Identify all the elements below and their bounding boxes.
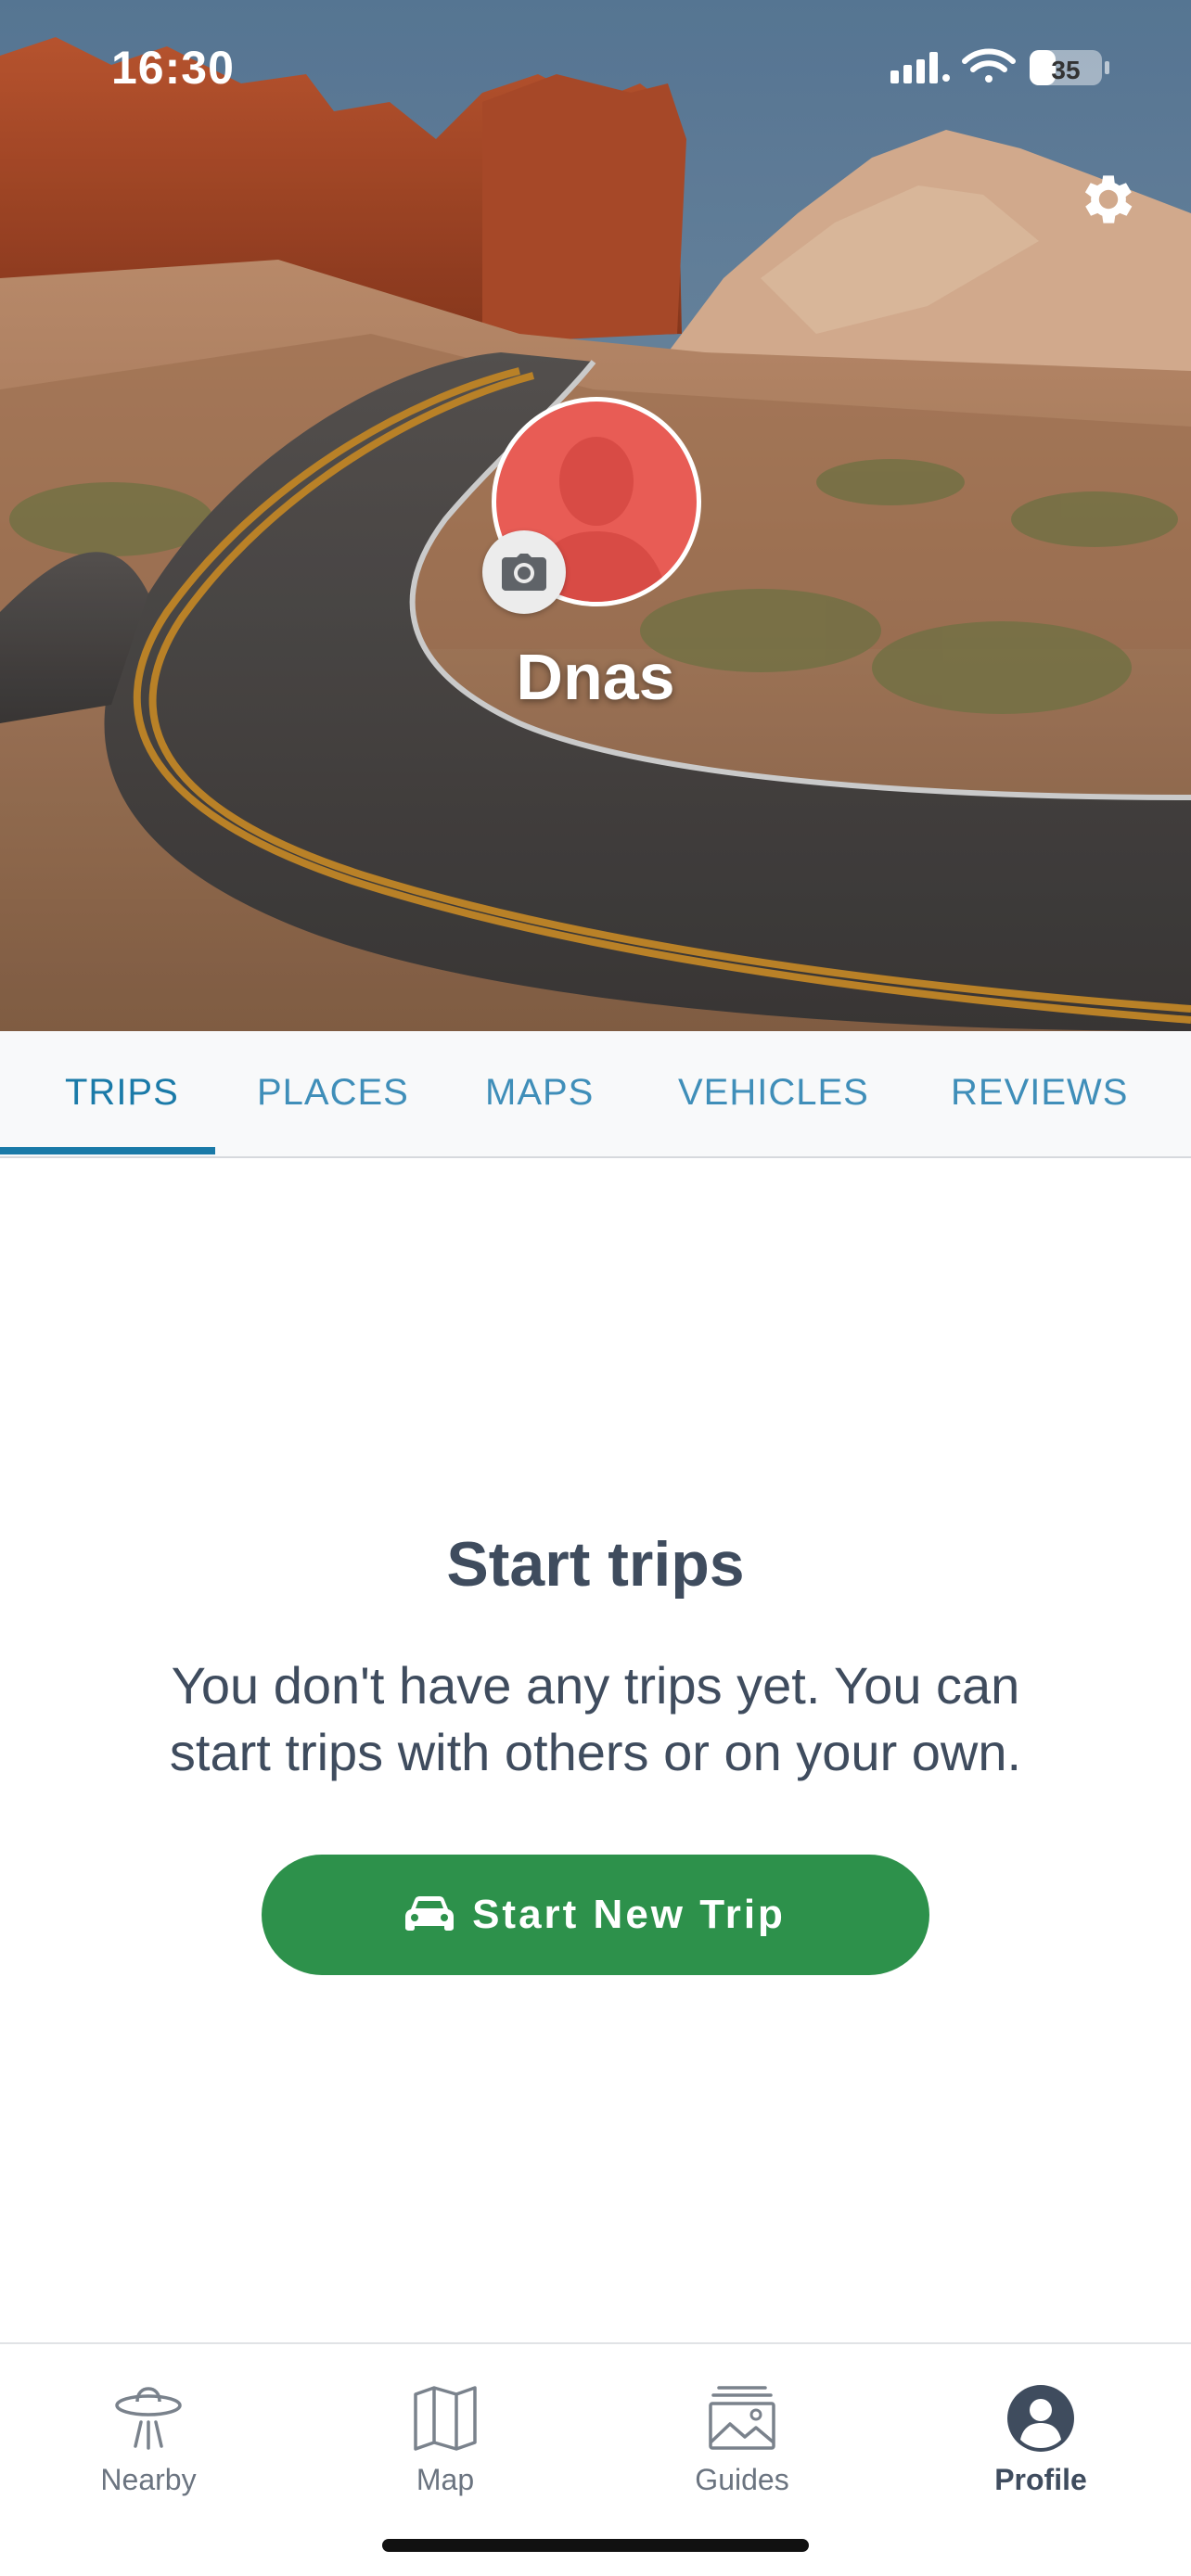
active-tab-indicator — [0, 1147, 215, 1154]
gear-icon — [1084, 175, 1133, 223]
nav-nearby[interactable]: Nearby — [56, 2363, 241, 2502]
change-photo-button[interactable] — [482, 530, 566, 614]
empty-state-title: Start trips — [446, 1529, 745, 1600]
status-time: 16:30 — [111, 42, 235, 94]
username: Dnas — [516, 641, 675, 713]
nav-nearby-label: Nearby — [100, 2463, 197, 2496]
tab-vehicles[interactable]: VEHICLES — [678, 1072, 869, 1114]
profile-icon — [1007, 2385, 1074, 2452]
nav-map[interactable]: Map — [352, 2363, 538, 2502]
nav-guides-label: Guides — [695, 2463, 789, 2496]
ufo-icon — [115, 2387, 182, 2450]
nav-guides[interactable]: Guides — [649, 2363, 835, 2502]
settings-button[interactable] — [1067, 158, 1150, 241]
home-indicator — [382, 2539, 809, 2552]
guides-icon — [709, 2386, 775, 2450]
empty-state-text: You don't have any trips yet. You can st… — [169, 1656, 1022, 1781]
nav-map-label: Map — [416, 2463, 475, 2496]
nav-profile[interactable]: Profile — [948, 2363, 1133, 2502]
battery-level: 35 — [1051, 56, 1080, 84]
profile-tabs: TRIPS PLACES MAPS VEHICLES REVIEWS — [0, 1031, 1191, 1158]
tab-places[interactable]: PLACES — [257, 1072, 409, 1114]
tab-reviews[interactable]: REVIEWS — [951, 1072, 1128, 1114]
tab-trips[interactable]: TRIPS — [65, 1072, 179, 1114]
status-bar: 16:30 35 — [0, 0, 1191, 139]
nav-profile-label: Profile — [994, 2463, 1087, 2496]
cellular-signal-icon — [890, 52, 950, 83]
battery-icon: 35 — [1030, 50, 1109, 85]
tab-maps[interactable]: MAPS — [485, 1072, 594, 1114]
start-new-trip-button[interactable]: Start New Trip — [262, 1855, 929, 1975]
car-icon — [405, 1896, 455, 1931]
profile-header: 16:30 35 Dnas — [0, 0, 1191, 1031]
status-icons: 35 — [890, 48, 1109, 85]
wifi-icon — [962, 48, 1016, 83]
camera-icon — [502, 554, 546, 591]
map-icon — [414, 2386, 477, 2451]
start-new-trip-label: Start New Trip — [472, 1892, 786, 1937]
